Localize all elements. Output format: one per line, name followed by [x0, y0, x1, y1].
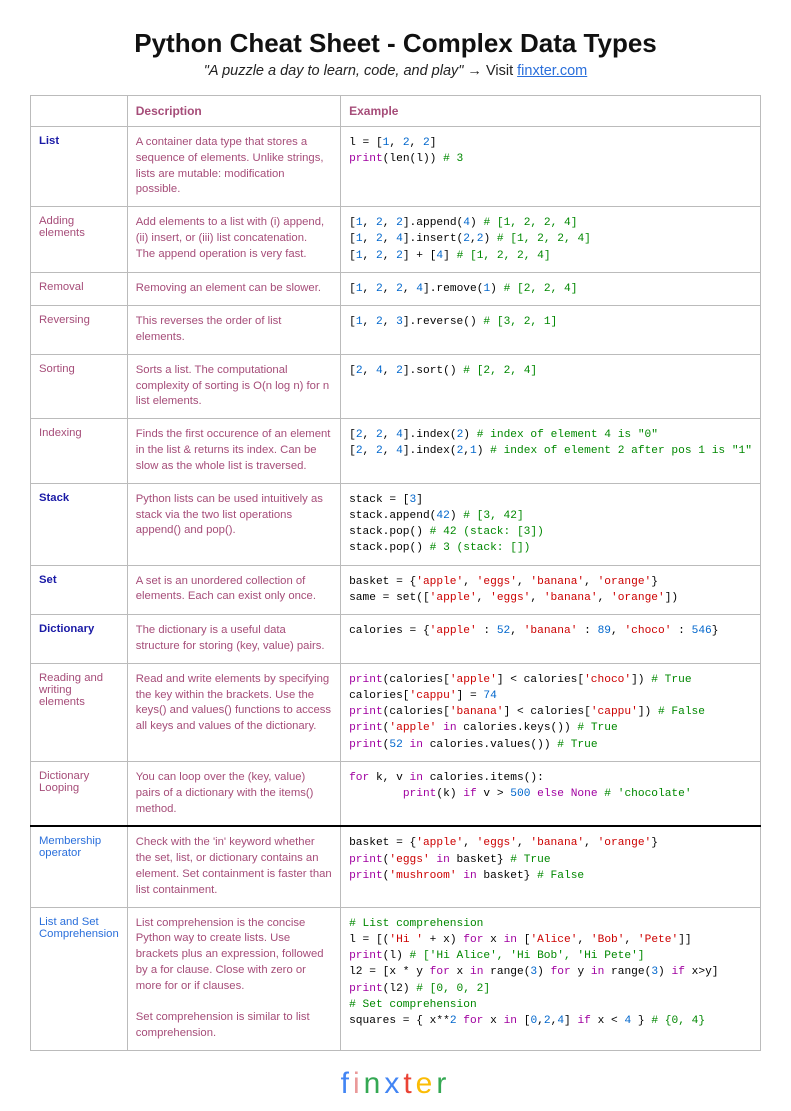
description-cell: Check with the 'in' keyword whether the … — [127, 826, 340, 907]
example-cell: [1, 2, 2, 4].remove(1) # [2, 2, 4] — [341, 272, 761, 305]
table-row: SetA set is an unordered collection of e… — [31, 565, 761, 614]
subtitle-link[interactable]: finxter.com — [517, 63, 587, 79]
logo-letter: f — [341, 1067, 353, 1100]
description-cell: Python lists can be used intuitively as … — [127, 483, 340, 565]
example-cell: [1, 2, 2].append(4) # [1, 2, 2, 4] [1, 2… — [341, 207, 761, 273]
subtitle: "A puzzle a day to learn, code, and play… — [30, 63, 761, 79]
example-cell: calories = {'apple' : 52, 'banana' : 89,… — [341, 615, 761, 664]
topic-cell: Membership operator — [31, 826, 128, 907]
table-row: RemovalRemoving an element can be slower… — [31, 272, 761, 305]
topic-cell: Removal — [31, 272, 128, 305]
example-cell: basket = {'apple', 'eggs', 'banana', 'or… — [341, 565, 761, 614]
topic-cell: Dictionary Looping — [31, 761, 128, 826]
example-cell: # List comprehension l = [('Hi ' + x) fo… — [341, 907, 761, 1051]
logo-letter: r — [436, 1067, 450, 1100]
topic-cell: Reading and writing elements — [31, 663, 128, 761]
description-cell: This reverses the order of list elements… — [127, 306, 340, 355]
col-header-blank — [31, 96, 128, 127]
description-cell: Removing an element can be slower. — [127, 272, 340, 305]
example-cell: for k, v in calories.items(): print(k) i… — [341, 761, 761, 826]
table-row: Dictionary LoopingYou can loop over the … — [31, 761, 761, 826]
example-cell: [1, 2, 3].reverse() # [3, 2, 1] — [341, 306, 761, 355]
cheat-sheet-table: Description Example ListA container data… — [30, 95, 761, 1051]
topic-cell: Reversing — [31, 306, 128, 355]
table-row: ListA container data type that stores a … — [31, 127, 761, 207]
description-cell: Sorts a list. The computational complexi… — [127, 354, 340, 418]
description-cell: List comprehension is the concise Python… — [127, 907, 340, 1051]
topic-cell: List — [31, 127, 128, 207]
topic-cell: Stack — [31, 483, 128, 565]
table-row: IndexingFinds the first occurence of an … — [31, 419, 761, 483]
table-row: List and Set ComprehensionList comprehen… — [31, 907, 761, 1051]
subtitle-quote: "A puzzle a day to learn, code, and play… — [204, 63, 464, 79]
logo-letter: i — [353, 1067, 364, 1100]
col-header-example: Example — [341, 96, 761, 127]
table-row: DictionaryThe dictionary is a useful dat… — [31, 615, 761, 664]
logo-letter: t — [403, 1067, 415, 1100]
topic-cell: Sorting — [31, 354, 128, 418]
example-cell: l = [1, 2, 2] print(len(l)) # 3 — [341, 127, 761, 207]
description-cell: Finds the first occurence of an element … — [127, 419, 340, 483]
logo-letter: n — [364, 1067, 385, 1100]
table-row: Membership operatorCheck with the 'in' k… — [31, 826, 761, 907]
description-cell: Add elements to a list with (i) append, … — [127, 207, 340, 273]
logo-letter: e — [416, 1067, 437, 1100]
table-row: Reading and writing elementsRead and wri… — [31, 663, 761, 761]
table-row: Adding elementsAdd elements to a list wi… — [31, 207, 761, 273]
table-row: SortingSorts a list. The computational c… — [31, 354, 761, 418]
example-cell: [2, 4, 2].sort() # [2, 2, 4] — [341, 354, 761, 418]
topic-cell: Dictionary — [31, 615, 128, 664]
page-title: Python Cheat Sheet - Complex Data Types — [30, 28, 761, 59]
topic-cell: Indexing — [31, 419, 128, 483]
topic-cell: Set — [31, 565, 128, 614]
description-cell: Read and write elements by specifying th… — [127, 663, 340, 761]
logo-letter: x — [384, 1067, 403, 1100]
col-header-description: Description — [127, 96, 340, 127]
topic-cell: List and Set Comprehension — [31, 907, 128, 1051]
description-cell: A container data type that stores a sequ… — [127, 127, 340, 207]
subtitle-arrow: → Visit — [463, 63, 517, 79]
description-cell: The dictionary is a useful data structur… — [127, 615, 340, 664]
topic-cell: Adding elements — [31, 207, 128, 273]
example-cell: stack = [3] stack.append(42) # [3, 42] s… — [341, 483, 761, 565]
footer-logo: finxter — [30, 1051, 761, 1101]
description-cell: You can loop over the (key, value) pairs… — [127, 761, 340, 826]
example-cell: basket = {'apple', 'eggs', 'banana', 'or… — [341, 826, 761, 907]
example-cell: print(calories['apple'] < calories['choc… — [341, 663, 761, 761]
table-row: ReversingThis reverses the order of list… — [31, 306, 761, 355]
example-cell: [2, 2, 4].index(2) # index of element 4 … — [341, 419, 761, 483]
table-row: StackPython lists can be used intuitivel… — [31, 483, 761, 565]
description-cell: A set is an unordered collection of elem… — [127, 565, 340, 614]
